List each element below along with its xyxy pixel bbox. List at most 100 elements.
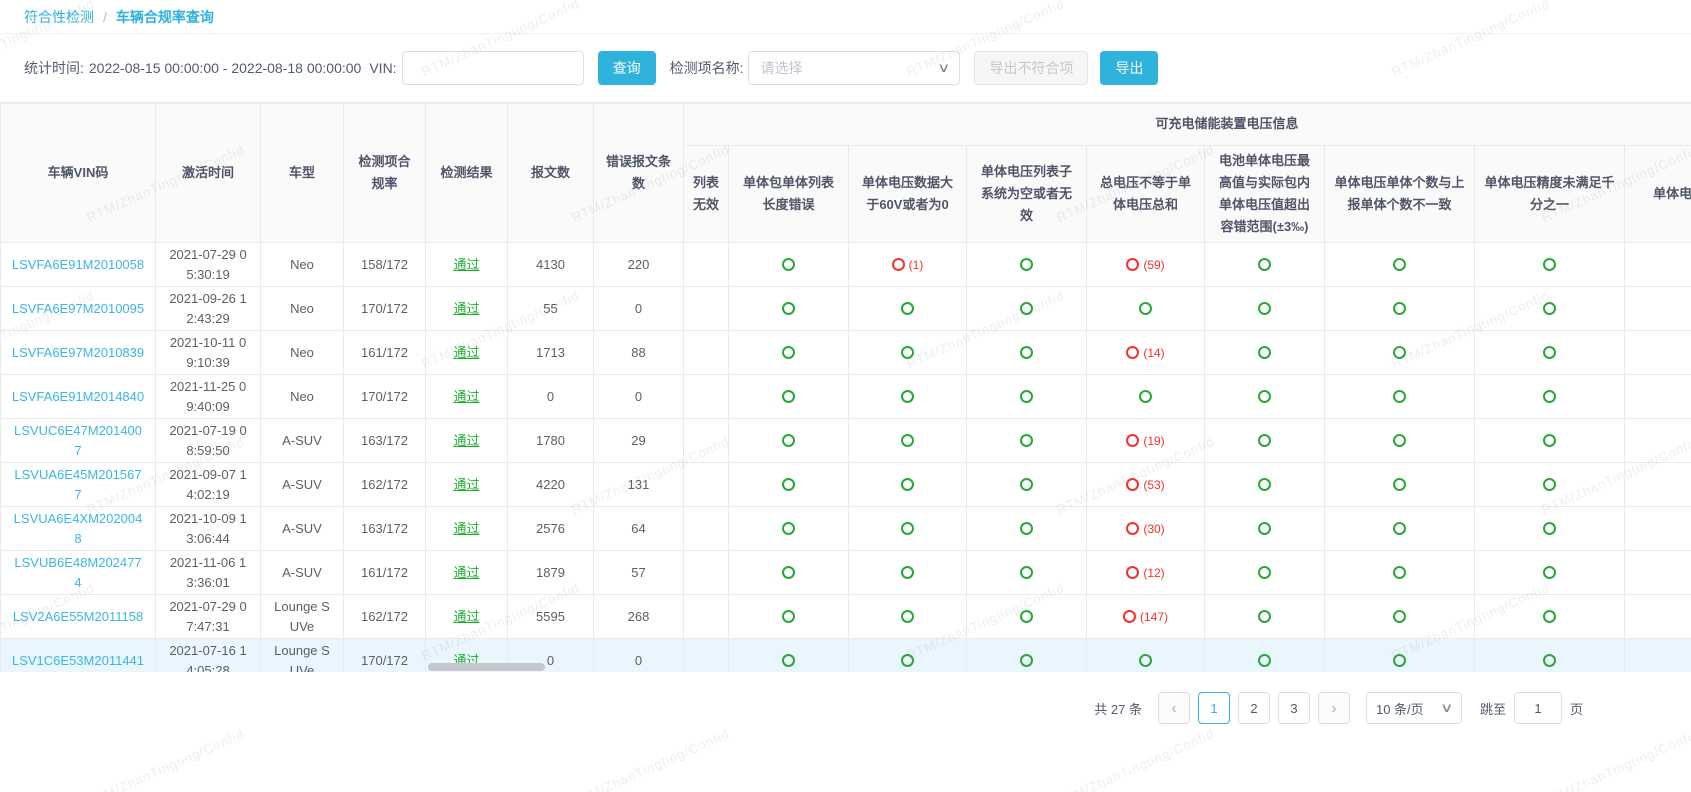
- vin-link[interactable]: LSVFA6E97M2010095: [12, 301, 144, 316]
- result-pass-link[interactable]: 通过: [453, 609, 479, 624]
- vin-link[interactable]: LSVUB6E48M2024774: [14, 555, 141, 590]
- vin-link[interactable]: LSVUA6E4XM2020048: [14, 511, 143, 546]
- result-pass-link[interactable]: 通过: [453, 257, 479, 272]
- search-button[interactable]: 查询: [598, 51, 656, 85]
- result-pass-link[interactable]: 通过: [453, 565, 479, 580]
- pass-circle-icon: [782, 346, 795, 359]
- table-viewport: 车辆VIN码激活时间车型检测项合规率检测结果报文数错误报文条数可充电储能装置电压…: [0, 102, 1691, 672]
- check-cell: [684, 595, 729, 639]
- check-cell: [729, 287, 849, 331]
- pass-circle-icon: [782, 390, 795, 403]
- item-name-select[interactable]: 请选择 ∨: [748, 51, 960, 85]
- table-row: LSVFA6E97M20100952021-09-26 12:43:29Neo1…: [1, 287, 1691, 331]
- check-cell: [1087, 639, 1205, 672]
- vin-link[interactable]: LSVFA6E97M2010839: [12, 345, 144, 360]
- vin-link[interactable]: LSVUA6E45M2015677: [14, 467, 141, 502]
- pass-circle-icon: [901, 434, 914, 447]
- pass-circle-icon: [1543, 258, 1556, 271]
- pass-circle-icon: [1543, 346, 1556, 359]
- vin-link[interactable]: LSVFA6E91M2010058: [12, 257, 144, 272]
- result-pass-link[interactable]: 通过: [453, 345, 479, 360]
- check-cell: [849, 463, 967, 507]
- pass-circle-icon: [782, 566, 795, 579]
- check-cell: [1205, 551, 1325, 595]
- fail-circle-icon: [1123, 610, 1136, 623]
- result-pass-link[interactable]: 通过: [453, 301, 479, 316]
- pass-circle-icon: [1393, 654, 1406, 667]
- filter-bar: 统计时间: 2022-08-15 00:00:00 - 2022-08-18 0…: [0, 34, 1691, 102]
- fail-count: (19): [1143, 434, 1164, 448]
- check-cell: [1205, 639, 1325, 672]
- pass-circle-icon: [901, 566, 914, 579]
- check-cell: (30): [1087, 507, 1205, 551]
- result-pass-link[interactable]: 通过: [453, 477, 479, 492]
- export-noncompliant-button[interactable]: 导出不符合项: [974, 51, 1088, 85]
- check-cell: (14): [1087, 331, 1205, 375]
- sub-column-header-3: 单体电压列表子系统为空或者无效: [967, 146, 1087, 243]
- jump-page-input[interactable]: [1514, 692, 1562, 724]
- model-cell: A-SUV: [261, 463, 344, 507]
- check-cell: [967, 463, 1087, 507]
- table-row: LSVUA6E4XM20200482021-10-09 13:06:44A-SU…: [1, 507, 1691, 551]
- pass-circle-icon: [1020, 390, 1033, 403]
- compliance-table: 车辆VIN码激活时间车型检测项合规率检测结果报文数错误报文条数可充电储能装置电压…: [0, 103, 1691, 672]
- fail-circle-icon: [1126, 478, 1139, 491]
- pass-circle-icon: [1020, 610, 1033, 623]
- vin-input[interactable]: [402, 51, 584, 85]
- model-cell: Neo: [261, 243, 344, 287]
- export-button[interactable]: 导出: [1100, 51, 1158, 85]
- sub-column-header-0: 列表无效: [684, 146, 729, 243]
- page-button-1[interactable]: 1: [1198, 692, 1230, 724]
- result-pass-link[interactable]: 通过: [453, 389, 479, 404]
- next-page-button[interactable]: ›: [1318, 692, 1350, 724]
- fail-count: (1): [909, 258, 924, 272]
- result-cell: 通过: [426, 243, 508, 287]
- check-cell: [1475, 287, 1625, 331]
- check-cell: [849, 419, 967, 463]
- result-pass-link[interactable]: 通过: [453, 521, 479, 536]
- pass-circle-icon: [1393, 390, 1406, 403]
- page-size-select[interactable]: 10 条/页 ∨: [1366, 692, 1462, 724]
- check-cell: [967, 551, 1087, 595]
- check-cell: [729, 243, 849, 287]
- horizontal-scrollbar[interactable]: [428, 663, 545, 671]
- page-button-2[interactable]: 2: [1238, 692, 1270, 724]
- pass-circle-icon: [901, 610, 914, 623]
- compliance-rate-cell: 158/172: [344, 243, 426, 287]
- watermark-text: RTM/ZhanTingting/Confid: [1539, 726, 1691, 792]
- check-cell: [967, 595, 1087, 639]
- breadcrumb-item-compliance-check[interactable]: 符合性检测: [24, 7, 94, 27]
- page-button-3[interactable]: 3: [1278, 692, 1310, 724]
- compliance-rate-cell: 161/172: [344, 551, 426, 595]
- check-cell: [849, 375, 967, 419]
- model-cell: Neo: [261, 375, 344, 419]
- chevron-down-icon: ∨: [1441, 700, 1454, 716]
- pass-circle-icon: [1258, 258, 1271, 271]
- breadcrumb-item-vehicle-compliance-rate[interactable]: 车辆合规率查询: [116, 7, 214, 27]
- check-cell: [729, 419, 849, 463]
- sub-column-header-6: 单体电压单体个数与上报单体个数不一致: [1325, 146, 1475, 243]
- page-suffix-label: 页: [1570, 699, 1583, 718]
- result-pass-link[interactable]: 通过: [453, 433, 479, 448]
- pass-circle-icon: [901, 302, 914, 315]
- prev-page-button[interactable]: ‹: [1158, 692, 1190, 724]
- column-header-3: 检测项合规率: [344, 104, 426, 243]
- compliance-rate-cell: 161/172: [344, 331, 426, 375]
- vin-cell: LSVUB6E48M2024774: [1, 551, 156, 595]
- check-cell: [1625, 243, 1691, 287]
- vin-link[interactable]: LSVUC6E47M2014007: [14, 423, 142, 458]
- vin-link[interactable]: LSV2A6E55M2011158: [13, 609, 143, 624]
- pass-circle-icon: [901, 390, 914, 403]
- model-cell: Neo: [261, 287, 344, 331]
- check-cell: [684, 639, 729, 672]
- message-count-cell: 55: [508, 287, 594, 331]
- vin-link[interactable]: LSVFA6E91M2014840: [12, 389, 144, 404]
- check-cell: [684, 507, 729, 551]
- check-cell: [1625, 287, 1691, 331]
- check-cell: (59): [1087, 243, 1205, 287]
- activate-time-cell: 2021-07-16 14:05:28: [156, 639, 261, 672]
- vin-link[interactable]: LSV1C6E53M2011441: [12, 653, 144, 668]
- vin-cell: LSVFA6E97M2010095: [1, 287, 156, 331]
- pass-circle-icon: [1258, 302, 1271, 315]
- check-cell: [849, 507, 967, 551]
